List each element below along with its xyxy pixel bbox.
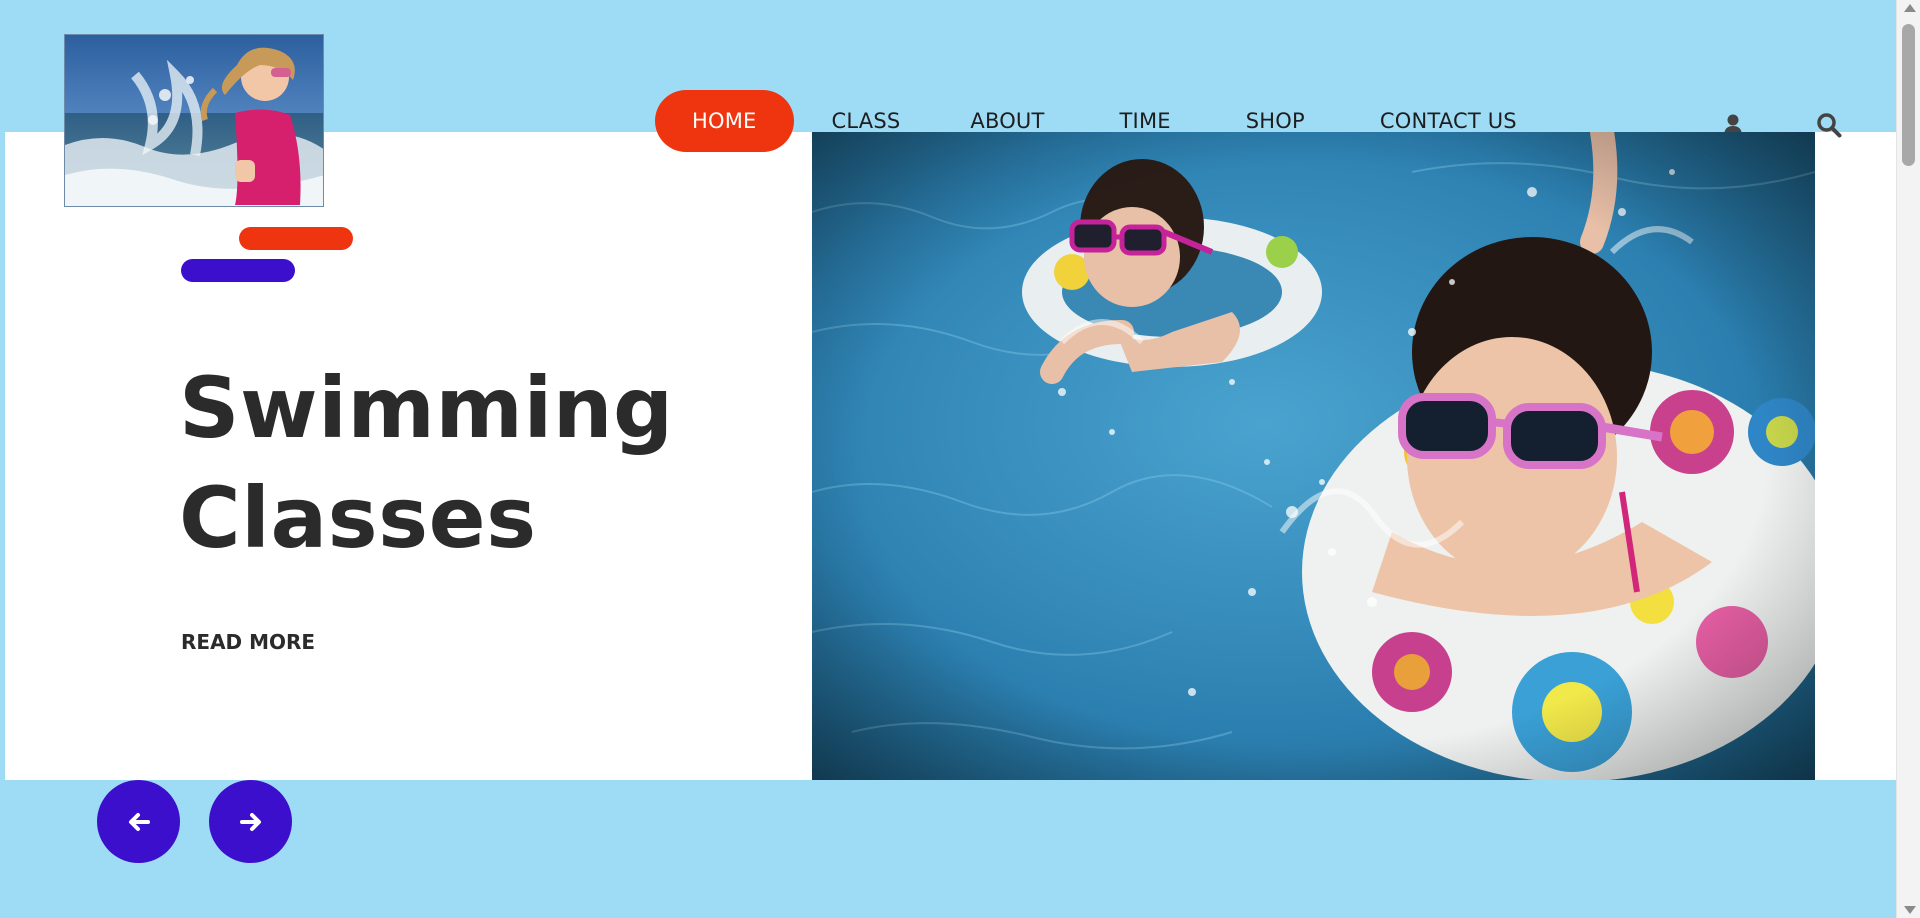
scrollbar-thumb[interactable] <box>1902 24 1915 166</box>
hero-title: Swimming Classes <box>179 353 739 573</box>
arrow-left-icon <box>128 812 150 831</box>
page: HOME CLASS ABOUT TIME SHOP CONTACT US Sw… <box>0 0 1920 918</box>
page-scrollbar[interactable] <box>1896 0 1920 918</box>
hero-title-line-2: Classes <box>179 469 537 567</box>
arrow-right-icon <box>239 812 261 831</box>
nav-home[interactable]: HOME <box>655 90 794 152</box>
site-logo[interactable] <box>64 34 324 207</box>
nav-about[interactable]: ABOUT <box>970 109 1044 133</box>
decorative-orange-pill <box>239 227 353 250</box>
nav-shop[interactable]: SHOP <box>1246 109 1305 133</box>
hero-title-line-1: Swimming <box>179 359 674 457</box>
logo-image <box>65 35 323 206</box>
scroll-up-arrow-icon[interactable] <box>1904 4 1916 12</box>
next-slide-button[interactable] <box>209 780 292 863</box>
prev-slide-button[interactable] <box>97 780 180 863</box>
search-button[interactable] <box>1814 110 1844 140</box>
hero-photo-graphic <box>812 132 1815 780</box>
hero-image <box>812 132 1815 780</box>
footer-band <box>5 780 1896 918</box>
nav-contact-us[interactable]: CONTACT US <box>1380 109 1517 133</box>
scroll-down-arrow-icon[interactable] <box>1904 906 1916 914</box>
read-more-link[interactable]: READ MORE <box>181 630 315 654</box>
nav-class[interactable]: CLASS <box>832 109 901 133</box>
nav-time[interactable]: TIME <box>1120 109 1171 133</box>
search-icon <box>1817 113 1842 138</box>
decorative-purple-pill <box>181 259 295 282</box>
